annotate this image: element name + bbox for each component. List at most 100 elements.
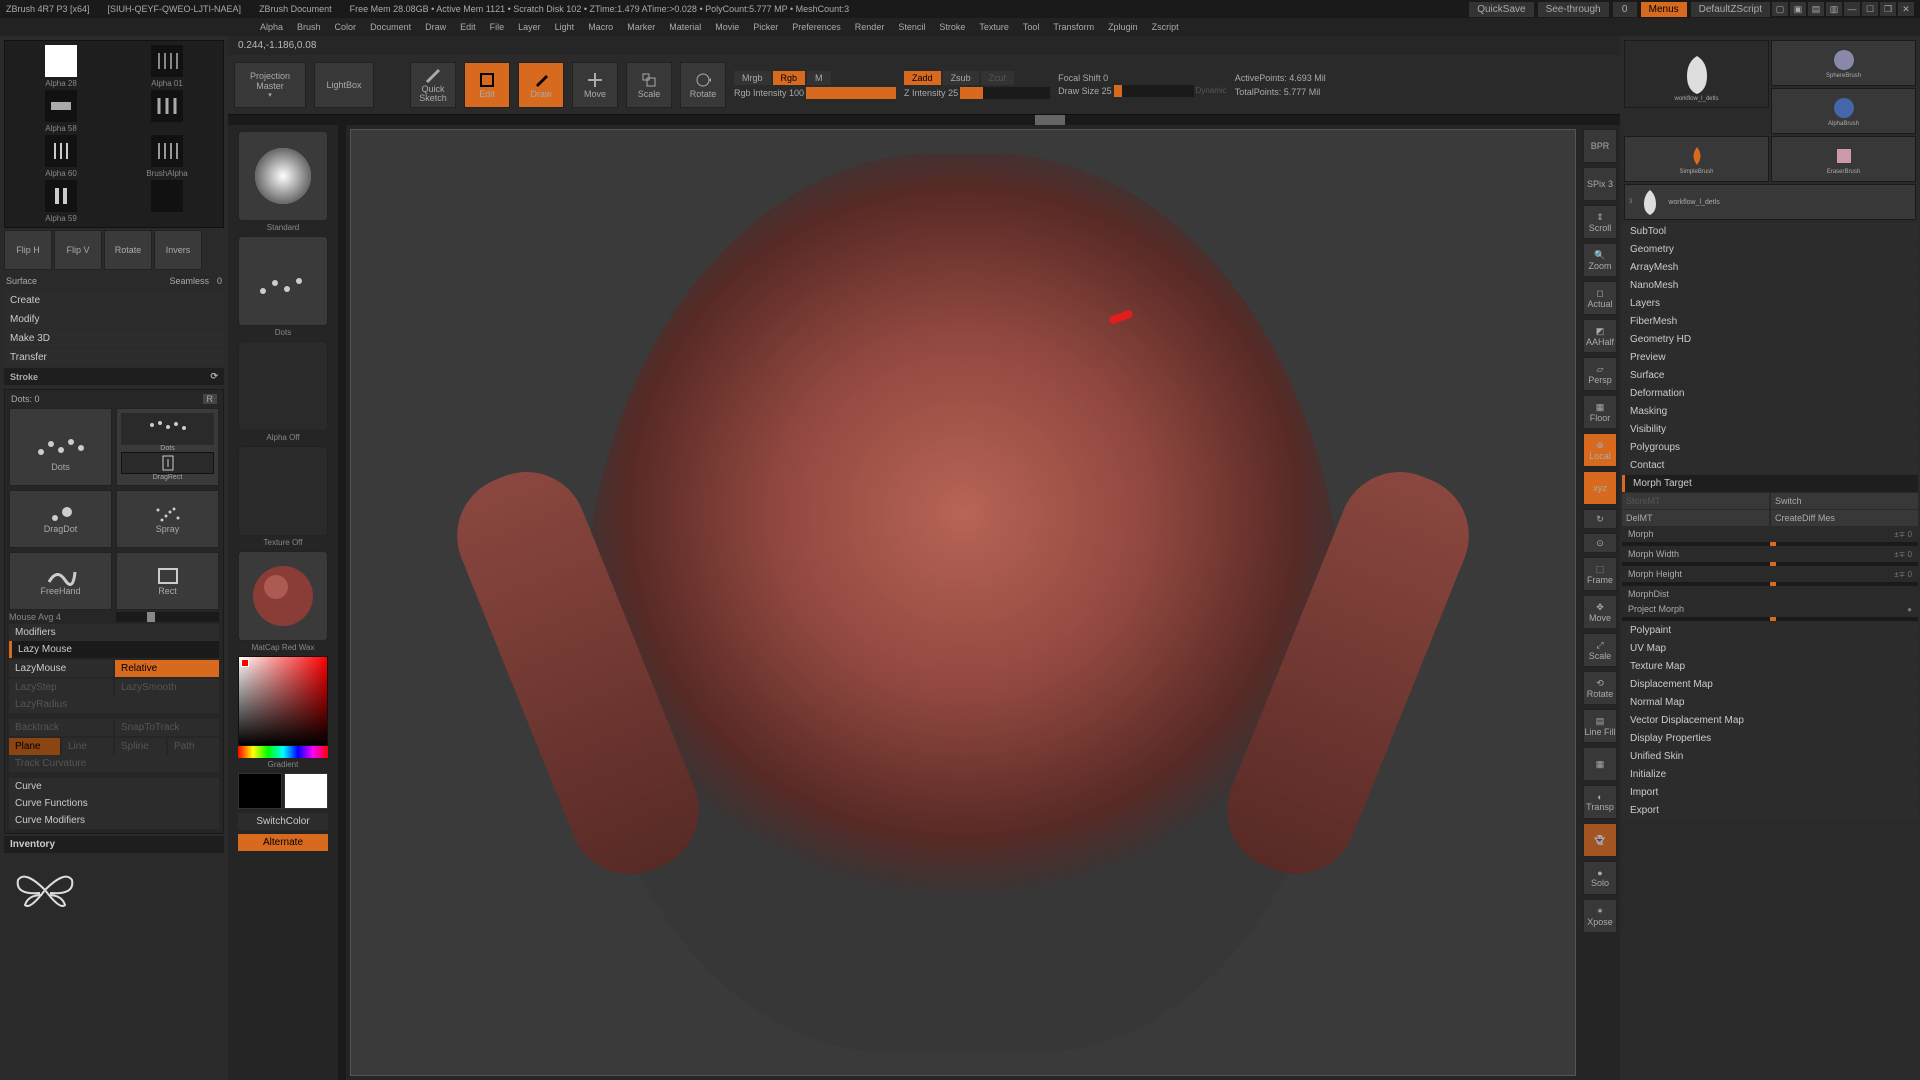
seamless-value[interactable]: 0 bbox=[217, 276, 222, 286]
switchcolor-button[interactable]: SwitchColor bbox=[238, 813, 328, 830]
track-spline[interactable]: Spline bbox=[115, 738, 166, 755]
lazymouse-toggle[interactable]: LazyMouse bbox=[9, 660, 113, 677]
masking-section[interactable]: Masking bbox=[1622, 403, 1918, 420]
current-texture-thumb[interactable] bbox=[238, 446, 328, 536]
rgb-button[interactable]: Rgb bbox=[773, 71, 806, 85]
rgb-intensity-slider[interactable] bbox=[806, 87, 896, 99]
texturemap-section[interactable]: Texture Map bbox=[1622, 658, 1918, 675]
alternate-button[interactable]: Alternate bbox=[238, 834, 328, 851]
lazysmooth-slider[interactable]: LazySmooth bbox=[115, 679, 219, 696]
sculpt-mesh[interactable] bbox=[583, 153, 1343, 1053]
current-alpha-thumb[interactable] bbox=[238, 341, 328, 431]
mrgb-button[interactable]: Mrgb bbox=[734, 71, 771, 85]
current-material-thumb[interactable] bbox=[238, 551, 328, 641]
snaptotrack-toggle[interactable]: SnapToTrack bbox=[115, 719, 219, 736]
tool-thumb-simple[interactable]: SimpleBrush bbox=[1624, 136, 1769, 182]
menu-document[interactable]: Document bbox=[370, 22, 411, 32]
displacement-section[interactable]: Displacement Map bbox=[1622, 676, 1918, 693]
gradient-label[interactable]: Gradient bbox=[268, 760, 299, 769]
contact-section[interactable]: Contact bbox=[1622, 457, 1918, 474]
current-stroke-thumb[interactable] bbox=[238, 236, 328, 326]
lazy-mouse-section[interactable]: Lazy Mouse bbox=[9, 641, 219, 658]
uvmap-section[interactable]: UV Map bbox=[1622, 640, 1918, 657]
close-icon[interactable]: ✕ bbox=[1898, 2, 1914, 16]
menu-render[interactable]: Render bbox=[855, 22, 885, 32]
tool-thumb-eraser[interactable]: EraserBrush bbox=[1771, 136, 1916, 182]
z-intensity-label[interactable]: Z Intensity 25 bbox=[904, 88, 958, 98]
scale-view-button[interactable]: ⤢Scale bbox=[1583, 633, 1617, 667]
rotate-button[interactable]: Rotate bbox=[104, 230, 152, 270]
max-icon[interactable]: ☐ bbox=[1862, 2, 1878, 16]
switch-button[interactable]: Switch bbox=[1771, 493, 1918, 509]
draw-mode-button[interactable]: Draw bbox=[518, 62, 564, 108]
zcut-button[interactable]: Zcut bbox=[981, 71, 1015, 85]
projection-master-button[interactable]: Projection Master▾ bbox=[234, 62, 306, 108]
vdm-section[interactable]: Vector Displacement Map bbox=[1622, 712, 1918, 729]
solo-button[interactable]: ●Solo bbox=[1583, 861, 1617, 895]
inverse-button[interactable]: Invers bbox=[154, 230, 202, 270]
rot-y-button[interactable]: ↻ bbox=[1583, 509, 1617, 529]
menu-edit[interactable]: Edit bbox=[460, 22, 476, 32]
layout-3-icon[interactable]: ▤ bbox=[1808, 2, 1824, 16]
flip-v-button[interactable]: Flip V bbox=[54, 230, 102, 270]
actual-button[interactable]: ◻Actual bbox=[1583, 281, 1617, 315]
edit-mode-button[interactable]: Edit bbox=[464, 62, 510, 108]
storemt-button[interactable]: StoreMT bbox=[1622, 493, 1769, 509]
curve-functions-section[interactable]: Curve Functions bbox=[9, 795, 219, 812]
stroke-dots-small[interactable]: Dots DragRect bbox=[116, 408, 219, 486]
reload-icon[interactable]: ⟳ bbox=[210, 371, 218, 382]
zoom-button[interactable]: 🔍Zoom bbox=[1583, 243, 1617, 277]
alpha-thumb[interactable]: Alpha 58 bbox=[9, 90, 113, 133]
secondary-color[interactable] bbox=[238, 773, 282, 809]
create-button[interactable]: Create bbox=[4, 292, 224, 309]
stroke-spray[interactable]: Spray bbox=[116, 490, 219, 548]
stroke-dots-big[interactable]: Dots bbox=[9, 408, 112, 486]
menu-texture[interactable]: Texture bbox=[979, 22, 1009, 32]
menu-stroke[interactable]: Stroke bbox=[939, 22, 965, 32]
unified-skin-section[interactable]: Unified Skin bbox=[1622, 748, 1918, 765]
lightbox-button[interactable]: LightBox bbox=[314, 62, 374, 108]
zsub-button[interactable]: Zsub bbox=[943, 71, 979, 85]
transp-button[interactable]: ◐Transp bbox=[1583, 785, 1617, 819]
scale-mode-button[interactable]: Scale bbox=[626, 62, 672, 108]
layout-1-icon[interactable]: ▢ bbox=[1772, 2, 1788, 16]
aahalf-button[interactable]: ◩AAHalf bbox=[1583, 319, 1617, 353]
inventory-header[interactable]: Inventory bbox=[4, 836, 224, 853]
polyframe-button[interactable]: ▦ bbox=[1583, 747, 1617, 781]
menu-stencil[interactable]: Stencil bbox=[898, 22, 925, 32]
default-zscript[interactable]: DefaultZScript bbox=[1691, 2, 1770, 17]
z-intensity-slider[interactable] bbox=[960, 87, 1050, 99]
tool-thumb-alpha[interactable]: AlphaBrush bbox=[1771, 88, 1916, 134]
floor-button[interactable]: ▦Floor bbox=[1583, 395, 1617, 429]
move-mode-button[interactable]: Move bbox=[572, 62, 618, 108]
quick-sketch-button[interactable]: Quick Sketch bbox=[410, 62, 456, 108]
ghost-button[interactable]: 👻 bbox=[1583, 823, 1617, 857]
seethrough-label[interactable]: See-through bbox=[1538, 2, 1609, 17]
mouse-avg-slider[interactable]: Mouse Avg 4 bbox=[9, 612, 112, 622]
rgb-intensity-label[interactable]: Rgb Intensity 100 bbox=[734, 88, 804, 98]
zadd-button[interactable]: Zadd bbox=[904, 71, 941, 85]
color-picker[interactable] bbox=[238, 656, 328, 746]
menu-layer[interactable]: Layer bbox=[518, 22, 541, 32]
tool-thumb-current[interactable]: 3 workflow_l_detls bbox=[1624, 184, 1916, 220]
export-section[interactable]: Export bbox=[1622, 802, 1918, 819]
surface-label[interactable]: Surface bbox=[6, 276, 37, 286]
quicksave-button[interactable]: QuickSave bbox=[1469, 2, 1533, 17]
menu-zplugin[interactable]: Zplugin bbox=[1108, 22, 1138, 32]
menu-preferences[interactable]: Preferences bbox=[792, 22, 841, 32]
xyz-axis-button[interactable]: xyz bbox=[1583, 471, 1617, 505]
alpha-thumb[interactable] bbox=[115, 180, 219, 223]
m-button[interactable]: M bbox=[807, 71, 831, 85]
fibermesh-section[interactable]: FiberMesh bbox=[1622, 313, 1918, 330]
focal-shift-label[interactable]: Focal Shift 0 bbox=[1058, 73, 1108, 83]
display-props-section[interactable]: Display Properties bbox=[1622, 730, 1918, 747]
alpha-thumb[interactable]: Alpha 28 bbox=[9, 45, 113, 88]
menu-material[interactable]: Material bbox=[669, 22, 701, 32]
layout-2-icon[interactable]: ▣ bbox=[1790, 2, 1806, 16]
seethrough-value[interactable]: 0 bbox=[1613, 2, 1637, 17]
timeline-scrubber[interactable] bbox=[228, 115, 1620, 125]
menu-picker[interactable]: Picker bbox=[753, 22, 778, 32]
rotate-view-button[interactable]: ⟲Rotate bbox=[1583, 671, 1617, 705]
stroke-freehand[interactable]: FreeHand bbox=[9, 552, 112, 610]
persp-button[interactable]: ▱Persp bbox=[1583, 357, 1617, 391]
